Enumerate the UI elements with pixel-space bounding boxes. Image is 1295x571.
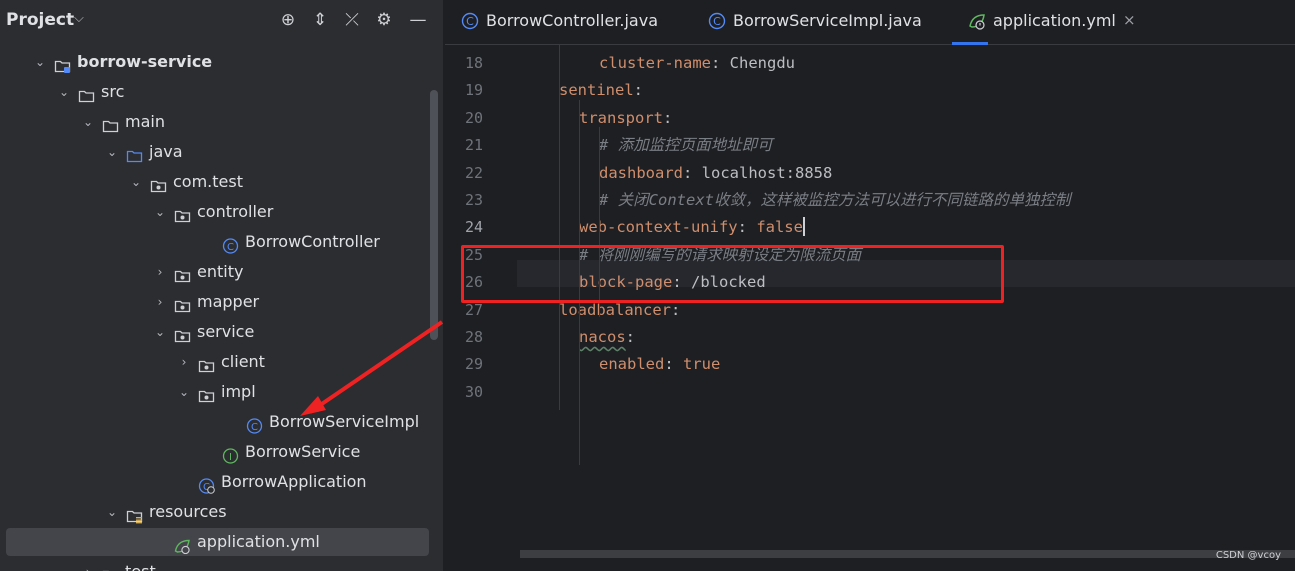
annotation-arrow [300,320,444,416]
annotation-arrow-head [300,396,326,416]
annotation-arrow-line [308,320,444,414]
watermark: CSDN @vcoy [1215,550,1281,561]
